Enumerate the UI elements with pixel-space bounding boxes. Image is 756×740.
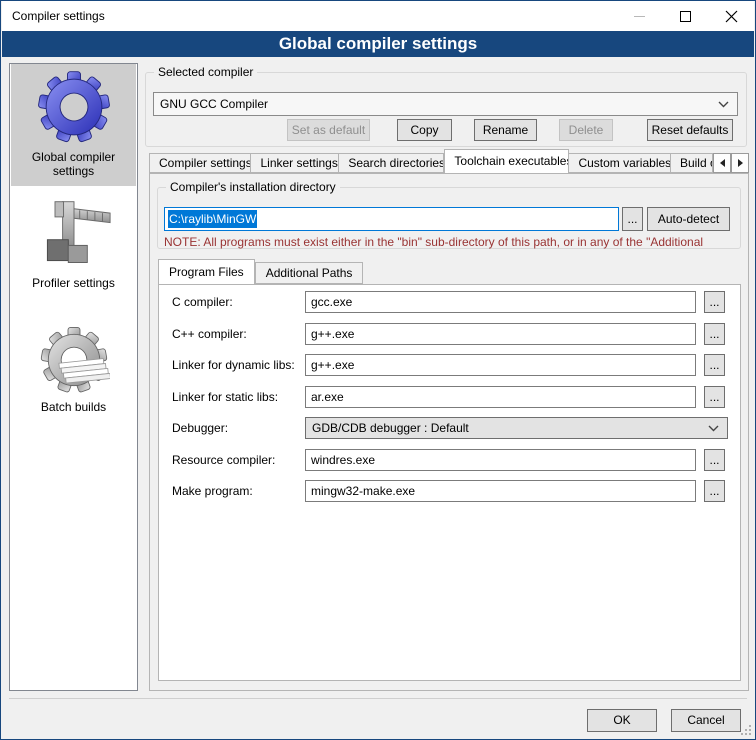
sidebar-item-label: Profiler settings [11, 274, 136, 290]
caliper-icon [34, 196, 114, 272]
c-compiler-input[interactable] [305, 291, 696, 313]
tab-build-options[interactable]: Build options [671, 153, 713, 173]
minimize-button[interactable] [616, 1, 662, 31]
c-compiler-label: C compiler: [172, 295, 233, 309]
linker-static-row: Linker for static libs: ... [159, 386, 740, 408]
installation-directory-input[interactable]: C:\raylib\MinGW [164, 207, 619, 231]
resource-compiler-browse-button[interactable]: ... [704, 449, 725, 471]
linker-dynamic-row: Linker for dynamic libs: ... [159, 354, 740, 376]
installation-directory-group: Compiler's installation directory C:\ray… [157, 187, 741, 249]
installation-directory-selected-text: C:\raylib\MinGW [168, 210, 257, 228]
maximize-icon [680, 11, 691, 22]
tab-scrollers [713, 153, 749, 173]
window-title: Compiler settings [2, 9, 105, 23]
sidebar-item-label: Batch builds [11, 398, 136, 414]
make-program-row: Make program: ... [159, 480, 740, 502]
selected-compiler-group: Selected compiler GNU GCC Compiler Set a… [145, 72, 747, 147]
blue-gear-icon [35, 68, 113, 146]
arrow-right-icon [738, 159, 743, 167]
chevron-down-icon [718, 101, 729, 108]
c-compiler-row: C compiler: ... [159, 291, 740, 313]
compiler-select[interactable]: GNU GCC Compiler [153, 92, 738, 116]
tab-scroll-left-button[interactable] [713, 153, 731, 173]
tab-toolchain-executables[interactable]: Toolchain executables [444, 149, 569, 173]
compiler-select-value: GNU GCC Compiler [160, 97, 268, 111]
cancel-button[interactable]: Cancel [671, 709, 741, 732]
footer-separator [9, 698, 747, 699]
debugger-label: Debugger: [172, 421, 228, 435]
tab-compiler-settings[interactable]: Compiler settings [149, 153, 251, 173]
page-header: Global compiler settings [2, 31, 754, 57]
cpp-compiler-label: C++ compiler: [172, 327, 247, 341]
compiler-settings-dialog: Compiler settings Global compiler settin… [0, 0, 756, 740]
cpp-compiler-input[interactable] [305, 323, 696, 345]
c-compiler-browse-button[interactable]: ... [704, 291, 725, 313]
resize-grip[interactable] [741, 725, 751, 735]
installation-directory-group-label: Compiler's installation directory [166, 180, 340, 194]
program-files-tab-bar: Program Files Additional Paths [158, 259, 363, 284]
linker-static-input[interactable] [305, 386, 696, 408]
maximize-button[interactable] [662, 1, 708, 31]
resource-compiler-input[interactable] [305, 449, 696, 471]
installation-directory-browse-button[interactable]: ... [622, 207, 643, 231]
tab-search-directories[interactable]: Search directories [339, 153, 444, 173]
reset-defaults-button[interactable]: Reset defaults [647, 119, 733, 141]
title-bar: Compiler settings [2, 1, 754, 31]
batch-builds-gear-icon [38, 324, 110, 396]
close-icon [725, 10, 738, 23]
resource-compiler-row: Resource compiler: ... [159, 449, 740, 471]
ok-button[interactable]: OK [587, 709, 657, 732]
linker-dynamic-label: Linker for dynamic libs: [172, 358, 295, 372]
sidebar-item-profiler-settings[interactable]: Profiler settings [11, 192, 136, 292]
sidebar-item-label: Global compiler settings [11, 148, 136, 178]
bin-subdirectory-note: NOTE: All programs must exist either in … [164, 235, 738, 249]
selected-compiler-group-label: Selected compiler [154, 65, 257, 79]
window-controls [616, 1, 754, 31]
arrow-left-icon [720, 159, 725, 167]
chevron-down-icon [708, 425, 719, 432]
set-as-default-button[interactable]: Set as default [287, 119, 370, 141]
sidebar-item-batch-builds[interactable]: Batch builds [11, 320, 136, 420]
tab-scroll-right-button[interactable] [731, 153, 749, 173]
cpp-compiler-row: C++ compiler: ... [159, 323, 740, 345]
minimize-icon [634, 16, 645, 17]
debugger-row: Debugger: GDB/CDB debugger : Default [159, 417, 740, 439]
tab-custom-variables[interactable]: Custom variables [569, 153, 670, 173]
debugger-select-value: GDB/CDB debugger : Default [312, 421, 469, 435]
tab-additional-paths[interactable]: Additional Paths [255, 262, 364, 284]
debugger-select[interactable]: GDB/CDB debugger : Default [305, 417, 728, 439]
tab-program-files[interactable]: Program Files [158, 259, 255, 284]
auto-detect-button[interactable]: Auto-detect [647, 207, 730, 231]
make-program-input[interactable] [305, 480, 696, 502]
program-files-page: C compiler: ... C++ compiler: ... Linker… [158, 284, 741, 681]
linker-dynamic-input[interactable] [305, 354, 696, 376]
resource-compiler-label: Resource compiler: [172, 453, 275, 467]
close-button[interactable] [708, 1, 754, 31]
page-title: Global compiler settings [279, 34, 477, 54]
sidebar-item-global-compiler-settings[interactable]: Global compiler settings [11, 64, 136, 186]
linker-static-label: Linker for static libs: [172, 390, 278, 404]
linker-dynamic-browse-button[interactable]: ... [704, 354, 725, 376]
settings-category-list: Global compiler settings Profiler [9, 63, 138, 691]
delete-button[interactable]: Delete [559, 119, 613, 141]
linker-static-browse-button[interactable]: ... [704, 386, 725, 408]
make-program-label: Make program: [172, 484, 253, 498]
settings-tab-bar: Compiler settings Linker settings Search… [149, 149, 749, 173]
tab-linker-settings[interactable]: Linker settings [251, 153, 339, 173]
rename-button[interactable]: Rename [474, 119, 537, 141]
copy-button[interactable]: Copy [397, 119, 452, 141]
make-program-browse-button[interactable]: ... [704, 480, 725, 502]
cpp-compiler-browse-button[interactable]: ... [704, 323, 725, 345]
